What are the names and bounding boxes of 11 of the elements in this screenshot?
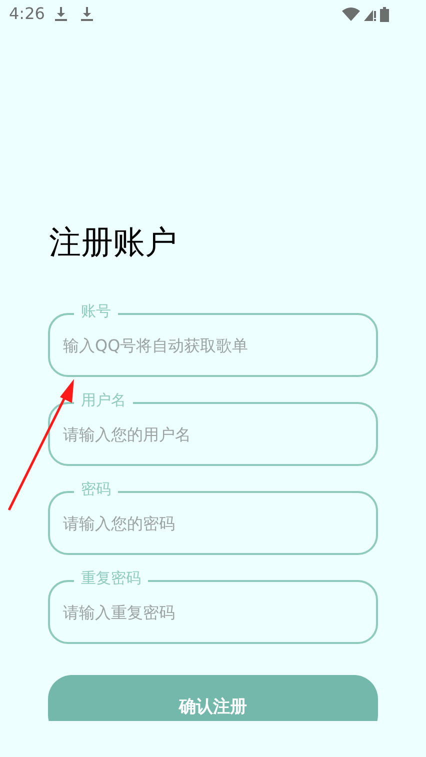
wifi-icon	[342, 7, 360, 21]
battery-icon	[380, 6, 389, 22]
download-icon	[54, 7, 67, 21]
field-label: 用户名	[74, 390, 133, 410]
field-label: 账号	[74, 301, 118, 321]
field-label: 重复密码	[74, 568, 148, 588]
download-icon	[80, 7, 93, 21]
field-label: 密码	[74, 479, 118, 499]
status-time: 4:26	[9, 3, 45, 25]
page-title: 注册账户	[49, 222, 178, 263]
register-button[interactable]: 确认注册	[48, 675, 378, 721]
